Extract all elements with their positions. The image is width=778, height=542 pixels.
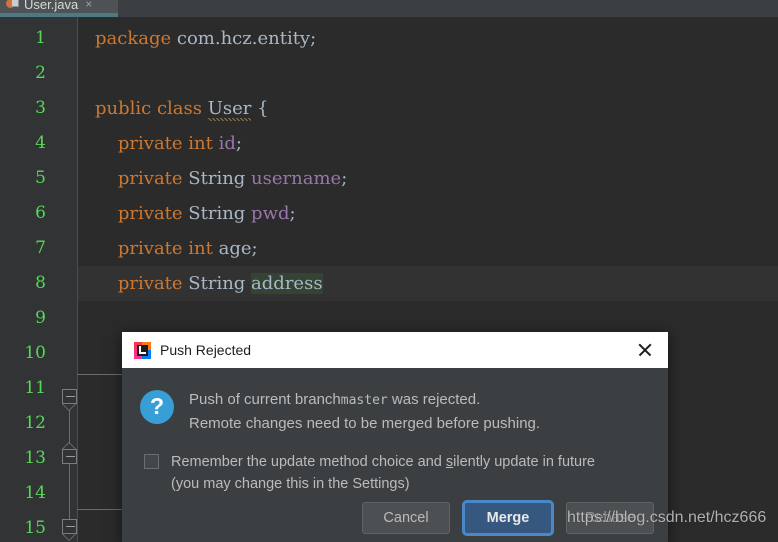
code-folding-column[interactable] xyxy=(62,17,197,542)
line-number: 3 xyxy=(35,98,46,118)
dialog-title: Push Rejected xyxy=(160,342,252,358)
line-number: 2 xyxy=(35,63,46,83)
line-number: 5 xyxy=(35,168,46,188)
line-number: 10 xyxy=(24,343,46,363)
code-token: private int xyxy=(95,238,219,259)
remember-choice-checkbox[interactable] xyxy=(144,454,159,469)
merge-button[interactable]: Merge xyxy=(464,502,552,534)
code-token: ; xyxy=(289,203,296,224)
message-text: was rejected. xyxy=(387,391,481,408)
code-token: public class xyxy=(95,98,208,119)
code-token: id xyxy=(218,133,236,154)
line-number: 12 xyxy=(24,413,46,433)
dialog-message-lines: Push of current branchmaster was rejecte… xyxy=(189,386,540,435)
code-token: String xyxy=(188,168,252,189)
code-line[interactable]: package com.hcz.entity; xyxy=(78,21,778,56)
line-number: 8 xyxy=(35,273,46,293)
fold-marker-collapse-1[interactable] xyxy=(62,389,77,404)
cancel-button[interactable]: Cancel xyxy=(362,502,450,534)
dialog-title-bar: Push Rejected xyxy=(122,332,668,368)
code-token: com.hcz.entity; xyxy=(171,28,317,49)
editor-tab-user-java[interactable]: User.java × xyxy=(0,0,118,17)
close-icon[interactable] xyxy=(632,337,658,363)
fold-arrow-down-1 xyxy=(62,404,76,411)
line-number: 15 xyxy=(24,518,46,538)
dialog-message-row: ? Push of current branchmaster was rejec… xyxy=(122,368,668,435)
code-line[interactable] xyxy=(78,56,778,91)
editor-tab-label: User.java xyxy=(24,0,79,12)
screen: User.java × 1 2 3 4 5 6 7 8 9 10 11 12 13 14 15 packag… xyxy=(0,0,778,542)
code-token: private xyxy=(95,203,189,224)
java-file-icon xyxy=(6,0,19,11)
code-token: { xyxy=(251,98,269,119)
fold-peak-2 xyxy=(62,442,76,449)
code-token: age xyxy=(218,238,252,259)
remember-choice-label: Remember the update method choice and si… xyxy=(171,451,595,495)
code-token: String xyxy=(188,273,252,294)
code-token: username xyxy=(251,168,342,189)
code-line[interactable]: public class User { xyxy=(78,91,778,126)
fold-region-line xyxy=(69,397,70,537)
code-line[interactable]: private String username; xyxy=(78,161,778,196)
code-token: String xyxy=(188,203,252,224)
dialog-message-line: Push of current branchmaster was rejecte… xyxy=(189,388,540,412)
code-token: ; xyxy=(341,168,348,189)
code-token: pwd xyxy=(251,203,290,224)
message-text: Push of current branch xyxy=(189,391,341,408)
code-token: address xyxy=(251,273,323,294)
line-number: 13 xyxy=(24,448,46,468)
code-token: User xyxy=(207,98,252,121)
code-token: ; xyxy=(251,238,258,259)
watermark-text: https://blog.csdn.net/hcz666 xyxy=(567,509,767,526)
checkbox-text: Remember the update method choice and xyxy=(171,454,446,470)
remember-choice-line-1: Remember the update method choice and si… xyxy=(171,451,595,473)
code-line[interactable]: private String pwd; xyxy=(78,196,778,231)
dialog-message-line: Remote changes need to be merged before … xyxy=(189,412,540,435)
line-number: 9 xyxy=(35,308,46,328)
line-number: 14 xyxy=(24,483,46,503)
branch-name: master xyxy=(340,393,388,408)
line-number-column: 1 2 3 4 5 6 7 8 9 10 11 12 13 14 15 xyxy=(0,17,52,542)
code-line[interactable]: private int age; xyxy=(78,231,778,266)
fold-arrow-down-3 xyxy=(62,534,76,541)
code-line[interactable]: private String address xyxy=(78,266,778,301)
code-token: private xyxy=(95,273,189,294)
code-line[interactable]: private int id; xyxy=(78,126,778,161)
checkbox-text: ilently update in future xyxy=(453,454,595,470)
line-number: 7 xyxy=(35,238,46,258)
question-mark-icon: ? xyxy=(140,390,174,424)
line-number: 1 xyxy=(35,28,46,48)
code-token: private int xyxy=(95,133,219,154)
fold-marker-collapse-2[interactable] xyxy=(62,449,77,464)
line-number: 11 xyxy=(24,378,46,398)
remember-choice-line-2: (you may change this in the Settings) xyxy=(171,476,410,492)
close-icon[interactable]: × xyxy=(85,0,92,10)
code-token: private xyxy=(95,168,189,189)
editor-tab-strip: User.java × xyxy=(0,0,778,17)
message-text: Remote changes need to be merged before … xyxy=(189,415,541,432)
code-token: package xyxy=(95,28,172,49)
line-number: 4 xyxy=(35,133,46,153)
code-token: ; xyxy=(235,133,242,154)
remember-choice-row[interactable]: Remember the update method choice and si… xyxy=(122,435,668,495)
intellij-idea-icon xyxy=(134,341,151,359)
line-number: 6 xyxy=(35,203,46,223)
fold-marker-collapse-3[interactable] xyxy=(62,519,77,534)
